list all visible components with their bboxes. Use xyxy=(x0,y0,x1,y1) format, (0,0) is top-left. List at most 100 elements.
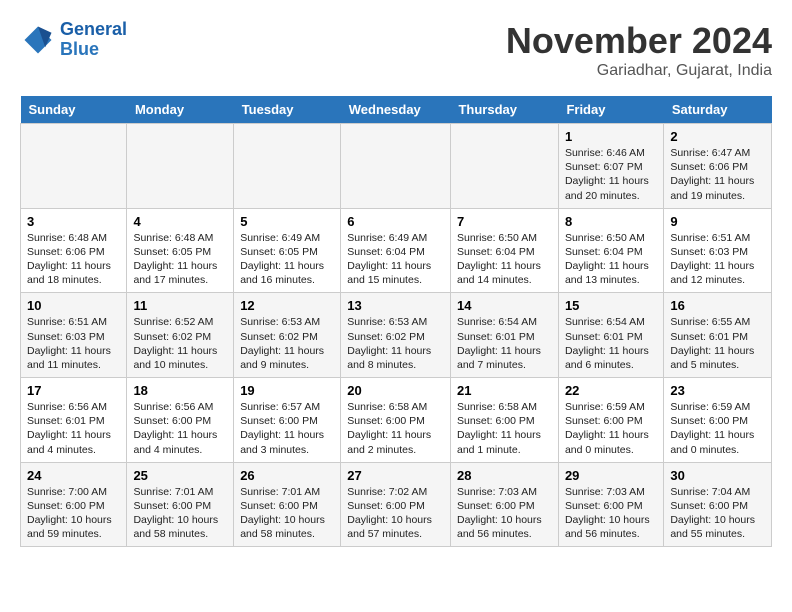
day-info: Sunrise: 6:53 AMSunset: 6:02 PMDaylight:… xyxy=(347,315,444,372)
day-cell: 15 Sunrise: 6:54 AMSunset: 6:01 PMDayligh… xyxy=(558,293,663,378)
logo-icon xyxy=(20,22,56,58)
day-cell: 27Sunrise: 7:02 AMSunset: 6:00 PMDayligh… xyxy=(341,462,451,547)
day-cell: 18 Sunrise: 6:56 AMSunset: 6:00 PMDayligh… xyxy=(127,378,234,463)
day-info: Sunrise: 6:51 AMSunset: 6:03 PMDaylight:… xyxy=(27,315,120,372)
header-row: SundayMondayTuesdayWednesdayThursdayFrid… xyxy=(21,96,772,124)
day-number: 17 xyxy=(27,383,120,398)
day-info: Sunrise: 6:51 AMSunset: 6:03 PMDaylight:… xyxy=(670,231,765,288)
day-info: Sunrise: 6:57 AMSunset: 6:00 PMDaylight:… xyxy=(240,400,334,457)
day-cell: 20 Sunrise: 6:58 AMSunset: 6:00 PMDayligh… xyxy=(341,378,451,463)
day-cell: 26 Sunrise: 7:01 AMSunset: 6:00 PMDayligh… xyxy=(234,462,341,547)
day-cell: 13 Sunrise: 6:53 AMSunset: 6:02 PMDayligh… xyxy=(341,293,451,378)
day-cell: 17 Sunrise: 6:56 AMSunset: 6:01 PMDayligh… xyxy=(21,378,127,463)
day-info: Sunrise: 6:54 AMSunset: 6:01 PMDaylight:… xyxy=(565,315,657,372)
day-number: 25 xyxy=(133,468,227,483)
day-info: Sunrise: 6:56 AMSunset: 6:01 PMDaylight:… xyxy=(27,400,120,457)
day-cell: 23Sunrise: 6:59 AMSunset: 6:00 PMDayligh… xyxy=(664,378,772,463)
day-number: 7 xyxy=(457,214,552,229)
day-info: Sunrise: 6:58 AMSunset: 6:00 PMDaylight:… xyxy=(347,400,444,457)
day-info: Sunrise: 6:58 AMSunset: 6:00 PMDaylight:… xyxy=(457,400,552,457)
day-info: Sunrise: 7:01 AMSunset: 6:00 PMDaylight:… xyxy=(240,485,334,542)
day-cell xyxy=(450,124,558,209)
day-info: Sunrise: 6:52 AMSunset: 6:02 PMDaylight:… xyxy=(133,315,227,372)
day-cell: 19 Sunrise: 6:57 AMSunset: 6:00 PMDayligh… xyxy=(234,378,341,463)
day-number: 22 xyxy=(565,383,657,398)
calendar-table: SundayMondayTuesdayWednesdayThursdayFrid… xyxy=(20,96,772,547)
day-cell: 6Sunrise: 6:49 AMSunset: 6:04 PMDaylight… xyxy=(341,208,451,293)
day-number: 14 xyxy=(457,298,552,313)
day-info: Sunrise: 6:48 AMSunset: 6:05 PMDaylight:… xyxy=(133,231,227,288)
header-cell-thursday: Thursday xyxy=(450,96,558,124)
day-number: 15 xyxy=(565,298,657,313)
day-cell: 30 Sunrise: 7:04 AMSunset: 6:00 PMDayligh… xyxy=(664,462,772,547)
day-cell: 9 Sunrise: 6:51 AMSunset: 6:03 PMDaylight… xyxy=(664,208,772,293)
day-info: Sunrise: 6:55 AMSunset: 6:01 PMDaylight:… xyxy=(670,315,765,372)
location-subtitle: Gariadhar, Gujarat, India xyxy=(506,62,772,80)
day-number: 28 xyxy=(457,468,552,483)
day-info: Sunrise: 6:48 AMSunset: 6:06 PMDaylight:… xyxy=(27,231,120,288)
day-cell: 10 Sunrise: 6:51 AMSunset: 6:03 PMDayligh… xyxy=(21,293,127,378)
day-info: Sunrise: 6:50 AMSunset: 6:04 PMDaylight:… xyxy=(565,231,657,288)
month-title: November 2024 xyxy=(506,20,772,62)
day-number: 21 xyxy=(457,383,552,398)
calendar-body: 1Sunrise: 6:46 AMSunset: 6:07 PMDaylight… xyxy=(21,124,772,547)
day-cell: 29 Sunrise: 7:03 AMSunset: 6:00 PMDayligh… xyxy=(558,462,663,547)
day-number: 19 xyxy=(240,383,334,398)
day-number: 2 xyxy=(670,129,765,144)
day-info: Sunrise: 7:03 AMSunset: 6:00 PMDaylight:… xyxy=(565,485,657,542)
day-number: 30 xyxy=(670,468,765,483)
day-cell: 22 Sunrise: 6:59 AMSunset: 6:00 PMDayligh… xyxy=(558,378,663,463)
day-info: Sunrise: 6:46 AMSunset: 6:07 PMDaylight:… xyxy=(565,146,657,203)
day-number: 12 xyxy=(240,298,334,313)
header-cell-tuesday: Tuesday xyxy=(234,96,341,124)
day-cell: 2 Sunrise: 6:47 AMSunset: 6:06 PMDaylight… xyxy=(664,124,772,209)
day-info: Sunrise: 7:04 AMSunset: 6:00 PMDaylight:… xyxy=(670,485,765,542)
day-info: Sunrise: 6:50 AMSunset: 6:04 PMDaylight:… xyxy=(457,231,552,288)
day-info: Sunrise: 6:59 AMSunset: 6:00 PMDaylight:… xyxy=(670,400,765,457)
day-cell xyxy=(341,124,451,209)
day-cell xyxy=(127,124,234,209)
day-number: 26 xyxy=(240,468,334,483)
day-info: Sunrise: 6:59 AMSunset: 6:00 PMDaylight:… xyxy=(565,400,657,457)
day-info: Sunrise: 7:01 AMSunset: 6:00 PMDaylight:… xyxy=(133,485,227,542)
day-number: 29 xyxy=(565,468,657,483)
day-number: 5 xyxy=(240,214,334,229)
logo-line1: General xyxy=(60,19,127,39)
day-number: 10 xyxy=(27,298,120,313)
header-cell-saturday: Saturday xyxy=(664,96,772,124)
logo: General Blue xyxy=(20,20,127,60)
week-row-1: 1Sunrise: 6:46 AMSunset: 6:07 PMDaylight… xyxy=(21,124,772,209)
day-cell: 28 Sunrise: 7:03 AMSunset: 6:00 PMDayligh… xyxy=(450,462,558,547)
day-number: 8 xyxy=(565,214,657,229)
day-number: 11 xyxy=(133,298,227,313)
day-number: 13 xyxy=(347,298,444,313)
day-cell: 8 Sunrise: 6:50 AMSunset: 6:04 PMDaylight… xyxy=(558,208,663,293)
day-cell: 11 Sunrise: 6:52 AMSunset: 6:02 PMDayligh… xyxy=(127,293,234,378)
day-info: Sunrise: 6:49 AMSunset: 6:04 PMDaylight:… xyxy=(347,231,444,288)
day-number: 20 xyxy=(347,383,444,398)
day-cell: 4Sunrise: 6:48 AMSunset: 6:05 PMDaylight… xyxy=(127,208,234,293)
day-info: Sunrise: 6:53 AMSunset: 6:02 PMDaylight:… xyxy=(240,315,334,372)
day-number: 27 xyxy=(347,468,444,483)
day-number: 16 xyxy=(670,298,765,313)
week-row-5: 24Sunrise: 7:00 AMSunset: 6:00 PMDayligh… xyxy=(21,462,772,547)
day-cell: 5Sunrise: 6:49 AMSunset: 6:05 PMDaylight… xyxy=(234,208,341,293)
week-row-3: 10 Sunrise: 6:51 AMSunset: 6:03 PMDayligh… xyxy=(21,293,772,378)
logo-text: General Blue xyxy=(60,20,127,60)
title-block: November 2024 Gariadhar, Gujarat, India xyxy=(506,20,772,80)
header-cell-friday: Friday xyxy=(558,96,663,124)
day-info: Sunrise: 6:56 AMSunset: 6:00 PMDaylight:… xyxy=(133,400,227,457)
day-cell xyxy=(21,124,127,209)
week-row-2: 3 Sunrise: 6:48 AMSunset: 6:06 PMDaylight… xyxy=(21,208,772,293)
day-info: Sunrise: 6:47 AMSunset: 6:06 PMDaylight:… xyxy=(670,146,765,203)
day-info: Sunrise: 7:00 AMSunset: 6:00 PMDaylight:… xyxy=(27,485,120,542)
day-number: 9 xyxy=(670,214,765,229)
day-info: Sunrise: 7:03 AMSunset: 6:00 PMDaylight:… xyxy=(457,485,552,542)
week-row-4: 17 Sunrise: 6:56 AMSunset: 6:01 PMDayligh… xyxy=(21,378,772,463)
day-number: 18 xyxy=(133,383,227,398)
day-number: 3 xyxy=(27,214,120,229)
calendar-header: SundayMondayTuesdayWednesdayThursdayFrid… xyxy=(21,96,772,124)
day-cell: 12 Sunrise: 6:53 AMSunset: 6:02 PMDayligh… xyxy=(234,293,341,378)
header-cell-wednesday: Wednesday xyxy=(341,96,451,124)
day-cell: 25 Sunrise: 7:01 AMSunset: 6:00 PMDayligh… xyxy=(127,462,234,547)
